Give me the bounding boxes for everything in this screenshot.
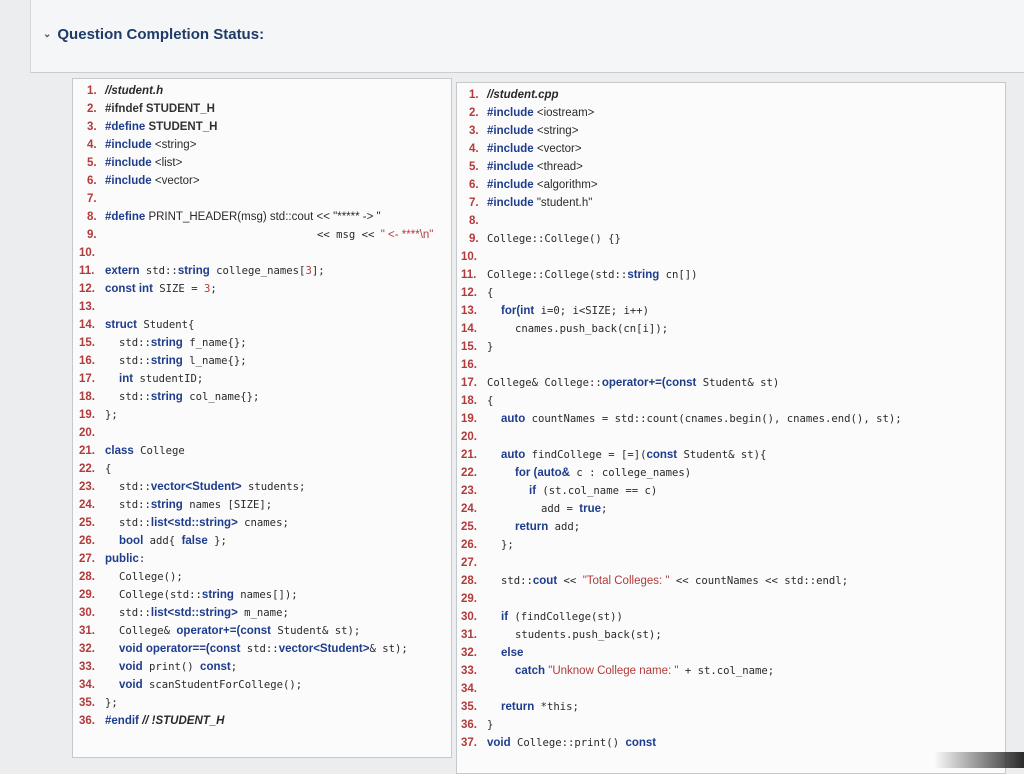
code-line: 10. bbox=[79, 247, 95, 259]
code-line: 1.//student.h bbox=[87, 85, 164, 97]
code-line: 17. int studentID; bbox=[79, 373, 204, 385]
code-line: 12.{ bbox=[461, 287, 494, 299]
code-line: 2. #ifndef STUDENT_H bbox=[87, 103, 215, 115]
code-line: 27. bbox=[461, 557, 477, 569]
chevron-down-icon: ⌄ bbox=[43, 29, 52, 40]
code-line: 12. const int SIZE = 3; bbox=[79, 283, 217, 295]
code-line: 26. bool add{ false }; bbox=[79, 535, 227, 547]
code-line: 18. std::string col_name{}; bbox=[79, 391, 260, 403]
code-line: 18.{ bbox=[461, 395, 494, 407]
code-line: 32. void operator==(const std::vector<Stu… bbox=[79, 643, 408, 655]
code-line: 2. #include <iostream> bbox=[469, 107, 595, 119]
code-line: 4. #include <string> bbox=[87, 139, 197, 151]
code-line: 29. bbox=[461, 593, 477, 605]
code-line: 30. if (findCollege(st)) bbox=[461, 611, 623, 623]
code-line: 35. return *this; bbox=[461, 701, 579, 713]
code-line: 28. std::cout << "Total Colleges: " << co… bbox=[461, 575, 849, 587]
code-line: 26.}; bbox=[461, 539, 514, 551]
code-line: 24. add = true; bbox=[461, 503, 608, 515]
code-line: 25. return add; bbox=[461, 521, 581, 533]
code-line: 32. else bbox=[461, 647, 524, 659]
code-line: 15.} bbox=[461, 341, 494, 353]
code-line: 4. #include <vector> bbox=[469, 143, 582, 155]
code-line: 31. College& operator+=(const Student& st… bbox=[79, 625, 361, 637]
code-line: 14. struct Student{ bbox=[79, 319, 195, 331]
code-line: 20. bbox=[461, 431, 477, 443]
student-cpp-code-panel: 1.//student.cpp 2. #include <iostream> 3.… bbox=[456, 82, 1006, 774]
code-line: 19.}; bbox=[79, 409, 118, 421]
code-line: 36.} bbox=[461, 719, 494, 731]
code-line: 37. void College::print() const bbox=[461, 737, 657, 749]
code-line: 30. std::list<std::string> m_name; bbox=[79, 607, 289, 619]
code-line: 21. class College bbox=[79, 445, 185, 457]
code-line: 28. College(); bbox=[79, 571, 183, 583]
code-line: 9. College::College() {} bbox=[469, 233, 621, 245]
code-line: 21. auto findCollege = [=](const Student&… bbox=[461, 449, 767, 461]
code-line: 11. extern std::string college_names[3]; bbox=[79, 265, 325, 277]
code-line: 6. #include <algorithm> bbox=[469, 179, 598, 191]
code-line: 10. bbox=[461, 251, 477, 263]
code-line: 6. #include <vector> bbox=[87, 175, 200, 187]
code-line: 8. bbox=[469, 215, 479, 227]
code-line: 33. catch "Unknow College name: " + st.co… bbox=[461, 665, 775, 677]
code-line: 27. public: bbox=[79, 553, 146, 565]
screen-edge-shadow bbox=[934, 752, 1024, 768]
code-line: 15. std::string f_name{}; bbox=[79, 337, 247, 349]
code-line: 35.}; bbox=[79, 697, 118, 709]
code-line: 33. void print() const; bbox=[79, 661, 238, 673]
code-line: 5. #include <thread> bbox=[469, 161, 583, 173]
code-line: 13. bbox=[79, 301, 95, 313]
code-line: 8. #define PRINT_HEADER(msg) std::cout <<… bbox=[87, 211, 381, 223]
code-line: 22.{ bbox=[79, 463, 112, 475]
code-line: 19. auto countNames = std::count(cnames.b… bbox=[461, 413, 902, 425]
code-line: 34. void scanStudentForCollege(); bbox=[79, 679, 303, 691]
code-line: 16. bbox=[461, 359, 477, 371]
code-line: 17. College& College::operator+=(const St… bbox=[461, 377, 780, 389]
code-line: 3. #include <string> bbox=[469, 125, 579, 137]
question-completion-status-toggle[interactable]: ⌄ Question Completion Status: bbox=[43, 26, 264, 43]
code-line: 20. bbox=[79, 427, 95, 439]
code-line: 9. << msg << " <- ****\n" bbox=[87, 229, 434, 241]
question-completion-status-label: Question Completion Status: bbox=[57, 26, 265, 43]
code-line: 24. std::string names [SIZE]; bbox=[79, 499, 273, 511]
code-line: 16. std::string l_name{}; bbox=[79, 355, 247, 367]
code-line: 1.//student.cpp bbox=[469, 89, 559, 101]
code-line: 36. #endif // !STUDENT_H bbox=[79, 715, 225, 727]
question-status-bar: ⌄ Question Completion Status: bbox=[30, 0, 1024, 73]
code-line: 7. bbox=[87, 193, 97, 205]
code-line: 25. std::list<std::string> cnames; bbox=[79, 517, 289, 529]
code-line: 29. College(std::string names[]); bbox=[79, 589, 298, 601]
code-line: 23. std::vector<Student> students; bbox=[79, 481, 306, 493]
student-h-code-panel: 1.//student.h 2. #ifndef STUDENT_H 3. #def… bbox=[72, 78, 452, 758]
code-line: 11. College::College(std::string cn[]) bbox=[461, 269, 698, 281]
code-line: 13. for(int i=0; i<SIZE; i++) bbox=[461, 305, 650, 317]
code-line: 3. #define STUDENT_H bbox=[87, 121, 218, 133]
code-line: 5. #include <list> bbox=[87, 157, 183, 169]
code-line: 7. #include "student.h" bbox=[469, 197, 593, 209]
code-line: 31. students.push_back(st); bbox=[461, 629, 662, 641]
code-line: 23. if (st.col_name == c) bbox=[461, 485, 658, 497]
code-line: 22. for (auto& c : college_names) bbox=[461, 467, 692, 479]
code-line: 14. cnames.push_back(cn[i]); bbox=[461, 323, 669, 335]
code-line: 34. bbox=[461, 683, 477, 695]
